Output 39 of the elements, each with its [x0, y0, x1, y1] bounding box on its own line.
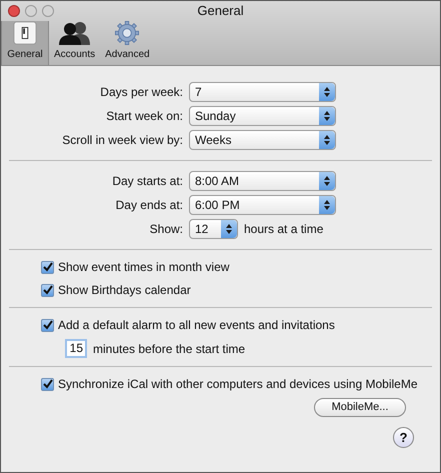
- checkbox-label: Synchronize iCal with other computers and devices using MobileMe: [58, 376, 418, 393]
- stepper-arrows-icon: [319, 196, 335, 214]
- checkbox[interactable]: [41, 318, 54, 332]
- stepper-arrows-icon: [319, 131, 335, 149]
- popup-menu[interactable]: 12: [189, 219, 238, 239]
- popup-menu[interactable]: 8:00 AM: [189, 171, 336, 191]
- stepper-arrows-icon: [319, 107, 335, 125]
- stepper-arrows-icon: [319, 172, 335, 190]
- toolbar-tab[interactable]: Advanced: [100, 21, 155, 65]
- checkbox-label: Add a default alarm to all new events and invitations: [58, 317, 335, 334]
- popup-menu[interactable]: Weeks: [189, 130, 336, 150]
- checkbox-label: Show event times in month view: [58, 259, 230, 276]
- suffix-text: hours at a time: [244, 221, 324, 238]
- checkbox[interactable]: [41, 284, 54, 296]
- suffix-text: minutes before the start time: [93, 340, 246, 358]
- switch-icon: [12, 21, 38, 45]
- field-label: Days per week:: [99, 84, 183, 101]
- popup-menu[interactable]: 7: [189, 82, 336, 102]
- stepper-arrows-icon: [319, 83, 335, 101]
- checkbox-label: Show Birthdays calendar: [58, 282, 191, 299]
- minutes-field[interactable]: 15: [65, 339, 87, 358]
- toolbar-tab[interactable]: General: [1, 21, 49, 65]
- help-button[interactable]: ?: [393, 427, 414, 448]
- field-label: Day ends at:: [114, 197, 183, 214]
- checkbox[interactable]: [41, 260, 54, 274]
- field-label: Scroll in week view by:: [61, 132, 183, 149]
- checkbox[interactable]: [41, 378, 54, 390]
- close-button[interactable]: [8, 5, 20, 17]
- field-label: Day starts at:: [111, 173, 183, 190]
- window-title: General: [197, 2, 244, 20]
- mobileme-button[interactable]: MobileMe...: [314, 398, 406, 417]
- stepper-arrows-icon: [221, 220, 237, 238]
- people-icon: [58, 21, 92, 45]
- popup-menu[interactable]: Sunday: [189, 106, 336, 126]
- field-label: Start week on:: [105, 108, 183, 125]
- toolbar-tab[interactable]: Accounts: [49, 21, 100, 65]
- popup-menu[interactable]: 6:00 PM: [189, 195, 336, 215]
- gear-icon: [113, 21, 142, 45]
- field-label: Show:: [148, 221, 183, 238]
